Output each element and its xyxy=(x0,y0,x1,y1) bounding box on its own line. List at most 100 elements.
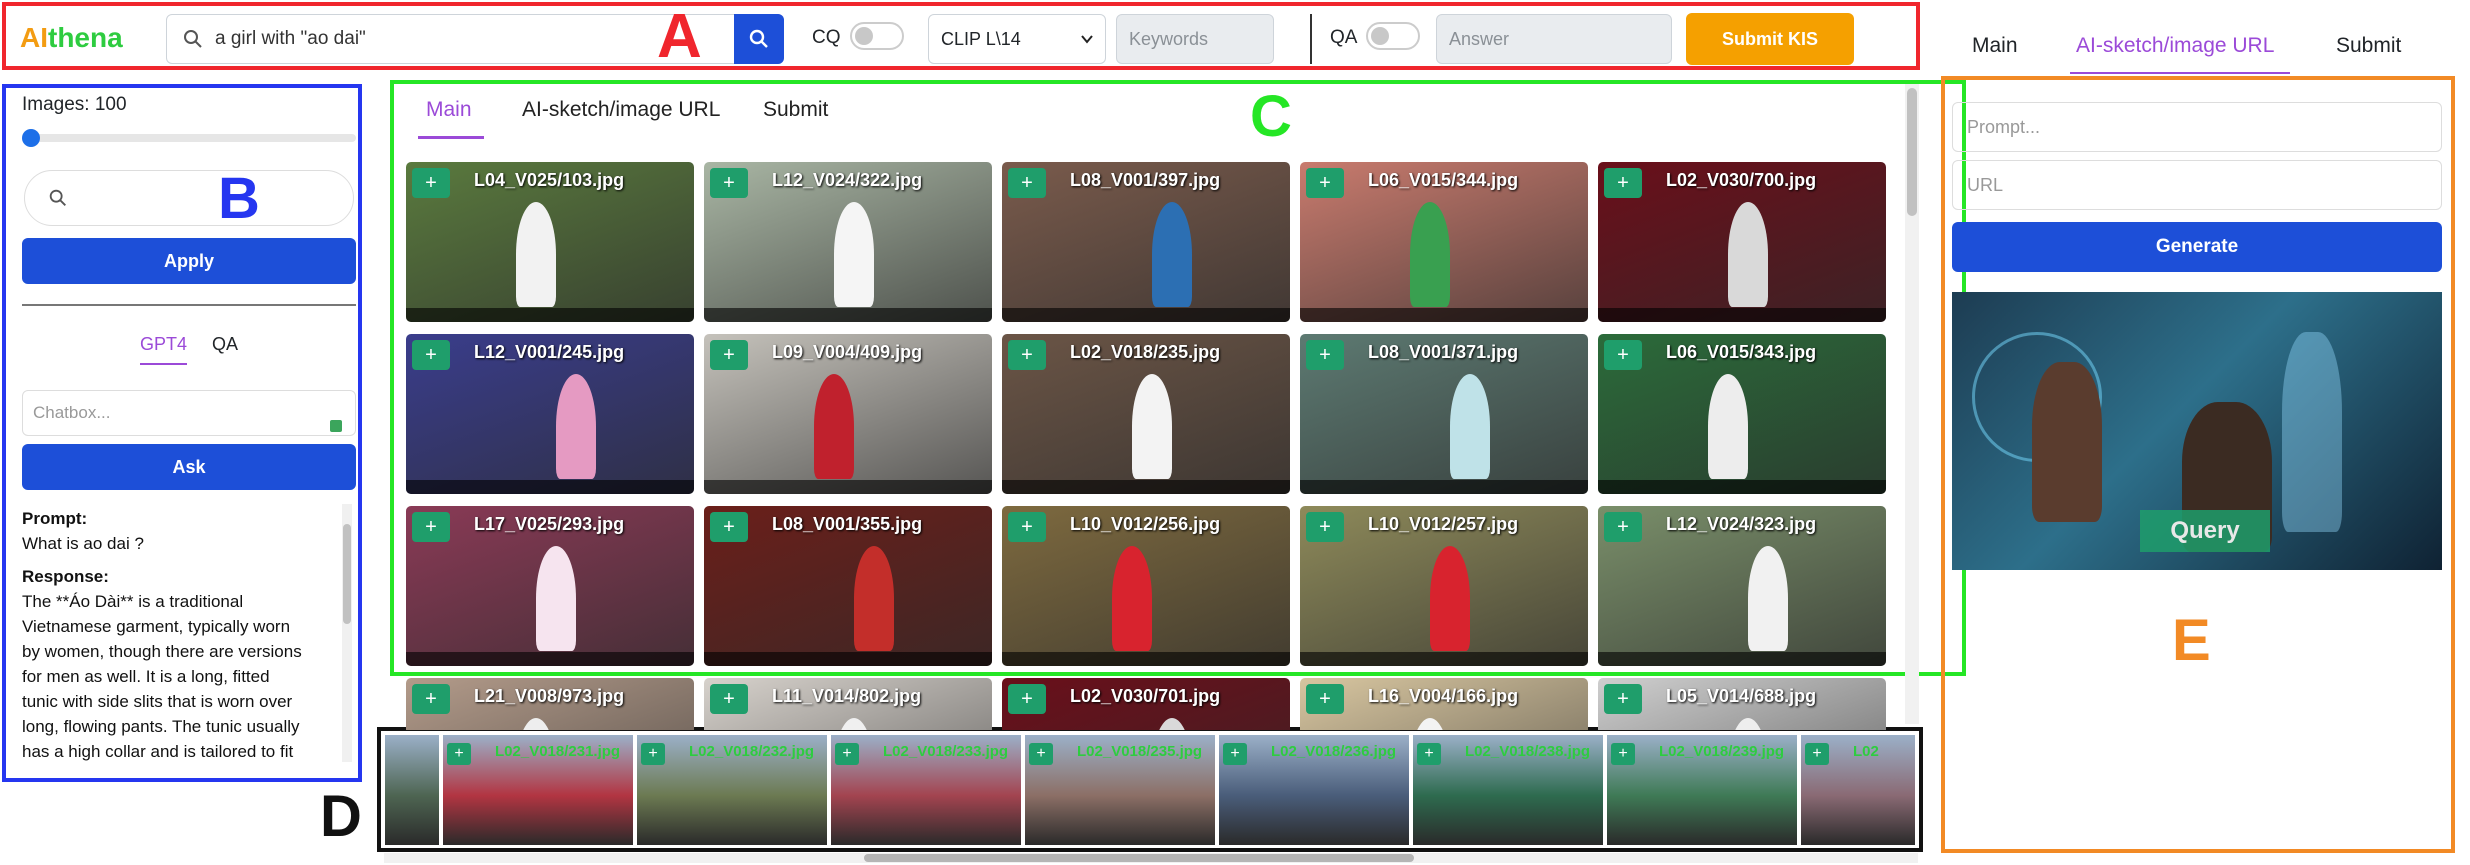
cq-toggle[interactable] xyxy=(850,22,904,50)
tab-ai-sketch-right[interactable]: AI-sketch/image URL xyxy=(2076,34,2274,58)
related-frame-thumbnail[interactable] xyxy=(385,735,439,845)
add-to-submit-button[interactable]: + xyxy=(447,743,471,765)
scrollbar-thumb[interactable] xyxy=(343,524,351,624)
strip-scrollbar[interactable] xyxy=(384,853,1918,863)
search-icon xyxy=(747,27,771,56)
thumbnail-figure xyxy=(1112,546,1152,651)
search-button[interactable] xyxy=(734,14,784,64)
add-to-submit-button[interactable]: + xyxy=(412,684,450,714)
add-to-submit-button[interactable]: + xyxy=(1604,512,1642,542)
related-frame-filename: L02_V018/232.jpg xyxy=(689,743,815,760)
add-to-submit-button[interactable]: + xyxy=(412,168,450,198)
search-input[interactable]: a girl with "ao dai" xyxy=(215,28,366,50)
add-to-submit-button[interactable]: + xyxy=(412,340,450,370)
result-thumbnail[interactable]: + L10_V012/257.jpg xyxy=(1300,506,1588,666)
add-to-submit-button[interactable]: + xyxy=(1223,743,1247,765)
thumbnail-filename: L21_V008/973.jpg xyxy=(474,686,625,706)
result-thumbnail[interactable]: + L08_V001/397.jpg xyxy=(1002,162,1290,322)
chatbox-input[interactable]: Chatbox... xyxy=(22,390,356,436)
related-frame-thumbnail[interactable]: + L02_V018/233.jpg xyxy=(831,735,1021,845)
related-frame-thumbnail[interactable]: + L02_V018/236.jpg xyxy=(1219,735,1409,845)
answer-input[interactable]: Answer xyxy=(1436,14,1672,64)
tab-ai-sketch[interactable]: AI-sketch/image URL xyxy=(522,98,720,122)
result-thumbnail[interactable]: + L21_V008/973.jpg xyxy=(406,678,694,730)
add-to-submit-button[interactable]: + xyxy=(710,168,748,198)
result-thumbnail[interactable]: + L05_V014/688.jpg xyxy=(1598,678,1886,730)
add-to-submit-button[interactable]: + xyxy=(1805,743,1829,765)
related-frame-thumbnail[interactable]: + L02_V018/235.jpg xyxy=(1025,735,1215,845)
add-to-submit-button[interactable]: + xyxy=(1008,168,1046,198)
add-to-submit-button[interactable]: + xyxy=(1008,684,1046,714)
result-thumbnail[interactable]: + L02_V030/701.jpg xyxy=(1002,678,1290,730)
result-thumbnail[interactable]: + L08_V001/371.jpg xyxy=(1300,334,1588,494)
submit-kis-button[interactable]: Submit KIS xyxy=(1686,13,1854,65)
response-scrollbar[interactable] xyxy=(342,504,352,762)
tab-main[interactable]: Main xyxy=(426,98,472,122)
thumbnail-filename: L06_V015/344.jpg xyxy=(1368,170,1519,190)
result-thumbnail[interactable]: + L12_V024/322.jpg xyxy=(704,162,992,322)
result-thumbnail[interactable]: + L02_V030/700.jpg xyxy=(1598,162,1886,322)
thumbnail-caption-bar xyxy=(704,652,992,666)
result-thumbnail[interactable]: + L02_V018/235.jpg xyxy=(1002,334,1290,494)
related-frame-thumbnail[interactable]: + L02_V018/238.jpg xyxy=(1413,735,1603,845)
model-select[interactable]: CLIP L\14 xyxy=(928,14,1106,64)
related-frame-thumbnail[interactable]: + L02_V018/232.jpg xyxy=(637,735,827,845)
add-to-submit-button[interactable]: + xyxy=(1604,340,1642,370)
thumbnail-figure xyxy=(516,202,556,307)
url-input[interactable]: URL xyxy=(1952,160,2442,210)
result-thumbnail[interactable]: + L11_V014/802.jpg xyxy=(704,678,992,730)
result-thumbnail[interactable]: + L08_V001/355.jpg xyxy=(704,506,992,666)
related-frame-thumbnail[interactable]: + L02_V018/239.jpg xyxy=(1607,735,1797,845)
add-to-submit-button[interactable]: + xyxy=(710,340,748,370)
prompt-input[interactable]: Prompt... xyxy=(1952,102,2442,152)
related-frame-thumbnail[interactable]: + L02_V018/231.jpg xyxy=(443,735,633,845)
add-to-submit-button[interactable]: + xyxy=(1611,743,1635,765)
result-thumbnail[interactable]: + L12_V001/245.jpg xyxy=(406,334,694,494)
slider-handle[interactable] xyxy=(22,129,40,147)
add-to-submit-button[interactable]: + xyxy=(1417,743,1441,765)
scrollbar-thumb[interactable] xyxy=(1907,88,1917,216)
tab-submit[interactable]: Submit xyxy=(763,98,828,122)
response-line: Vietnamese garment, typically worn xyxy=(22,617,291,636)
generated-image: Query xyxy=(1952,292,2442,570)
add-to-submit-button[interactable]: + xyxy=(1306,168,1344,198)
qa-toggle[interactable] xyxy=(1366,22,1420,50)
add-to-submit-button[interactable]: + xyxy=(1008,340,1046,370)
main-scrollbar[interactable] xyxy=(1905,84,1919,724)
result-thumbnail[interactable]: + L12_V024/323.jpg xyxy=(1598,506,1886,666)
tab-main-right[interactable]: Main xyxy=(1972,34,2018,58)
related-frame-thumbnail[interactable]: + L02 xyxy=(1801,735,1915,845)
keywords-input[interactable]: Keywords xyxy=(1116,14,1274,64)
result-thumbnail[interactable]: + L06_V015/344.jpg xyxy=(1300,162,1588,322)
add-to-submit-button[interactable]: + xyxy=(710,684,748,714)
add-to-submit-button[interactable]: + xyxy=(1306,512,1344,542)
thumbnail-caption-bar xyxy=(1598,308,1886,322)
tab-qa[interactable]: QA xyxy=(212,334,238,355)
ask-button[interactable]: Ask xyxy=(22,444,356,490)
result-thumbnail[interactable]: + L16_V004/166.jpg xyxy=(1300,678,1588,730)
add-to-submit-button[interactable]: + xyxy=(1604,168,1642,198)
sidebar-search-input[interactable] xyxy=(24,170,354,226)
tab-gpt4[interactable]: GPT4 xyxy=(140,334,188,365)
result-thumbnail[interactable]: + L09_V004/409.jpg xyxy=(704,334,992,494)
apply-button[interactable]: Apply xyxy=(22,238,356,284)
add-to-submit-button[interactable]: + xyxy=(1029,743,1053,765)
result-thumbnail[interactable]: + L17_V025/293.jpg xyxy=(406,506,694,666)
add-to-submit-button[interactable]: + xyxy=(1306,340,1344,370)
add-to-submit-button[interactable]: + xyxy=(641,743,665,765)
query-button[interactable]: Query xyxy=(2140,510,2270,552)
add-to-submit-button[interactable]: + xyxy=(835,743,859,765)
result-thumbnail[interactable]: + L06_V015/343.jpg xyxy=(1598,334,1886,494)
scrollbar-thumb[interactable] xyxy=(864,854,1414,862)
add-to-submit-button[interactable]: + xyxy=(710,512,748,542)
result-thumbnail[interactable]: + L04_V025/103.jpg xyxy=(406,162,694,322)
add-to-submit-button[interactable]: + xyxy=(1604,684,1642,714)
search-icon xyxy=(181,27,205,56)
result-thumbnail[interactable]: + L10_V012/256.jpg xyxy=(1002,506,1290,666)
add-to-submit-button[interactable]: + xyxy=(412,512,450,542)
add-to-submit-button[interactable]: + xyxy=(1306,684,1344,714)
add-to-submit-button[interactable]: + xyxy=(1008,512,1046,542)
generate-button[interactable]: Generate xyxy=(1952,222,2442,272)
images-slider[interactable] xyxy=(22,129,356,147)
tab-submit-right[interactable]: Submit xyxy=(2336,34,2401,58)
